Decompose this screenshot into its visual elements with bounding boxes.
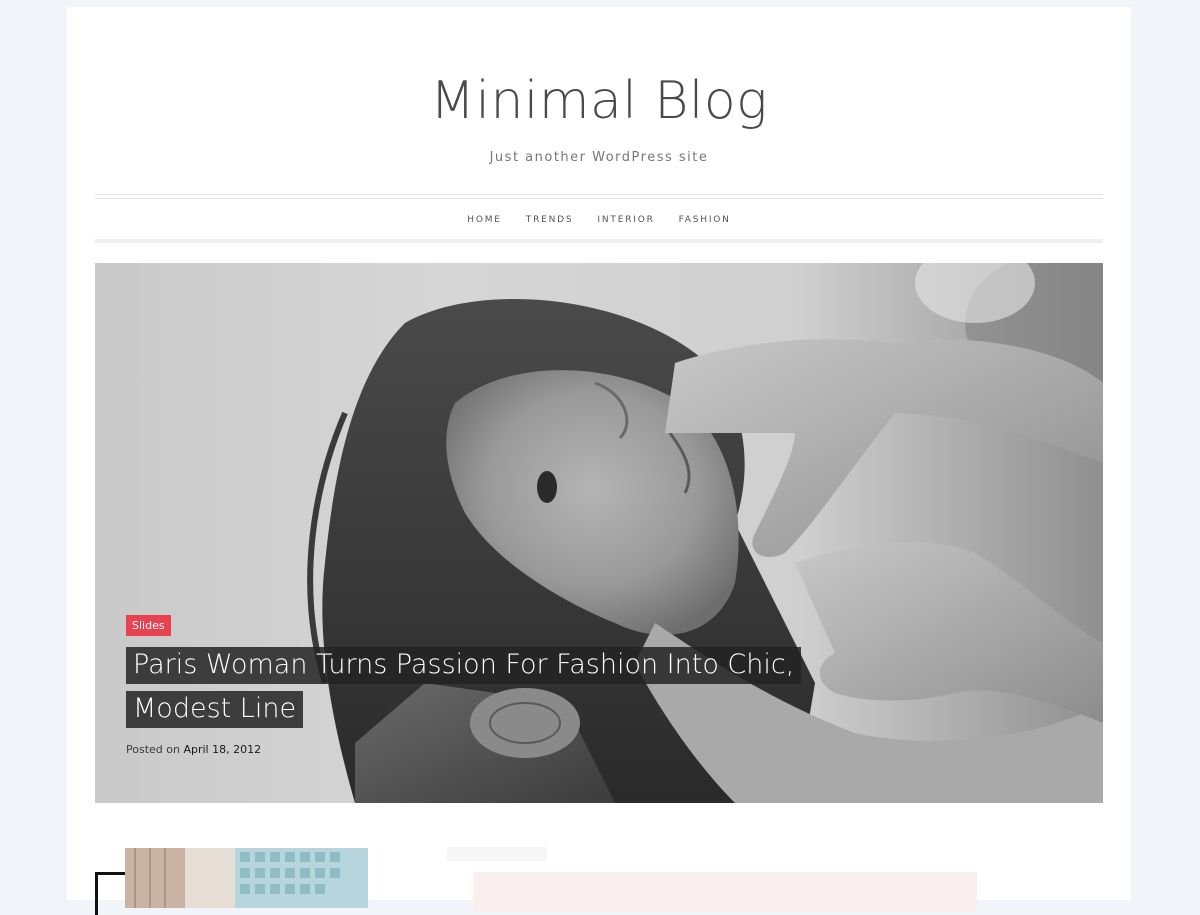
nav-link-trends[interactable]: TRENDS: [526, 215, 574, 225]
post-thumbnail-pink[interactable]: [473, 872, 977, 912]
featured-post-title[interactable]: Paris Woman Turns Passion For Fashion In…: [126, 643, 826, 730]
nav-item-fashion: FASHION: [679, 209, 731, 227]
nav-divider-bottom: [95, 239, 1103, 243]
post-thumbnail-building[interactable]: [125, 848, 368, 908]
site-title[interactable]: Minimal Blog: [67, 69, 1131, 133]
nav-link-fashion[interactable]: FASHION: [679, 215, 731, 225]
nav-link-interior[interactable]: INTERIOR: [597, 215, 654, 225]
post-thumbnail-frame: [95, 872, 128, 915]
page-container: Minimal Blog Just another WordPress site…: [67, 7, 1131, 915]
post-meta-placeholder: [447, 847, 547, 861]
nav-item-interior: INTERIOR: [597, 209, 654, 227]
category-badge[interactable]: Slides: [126, 615, 171, 636]
nav-link-home[interactable]: HOME: [467, 215, 502, 225]
posted-on-label: Posted on: [126, 743, 180, 756]
nav-item-home: HOME: [467, 209, 502, 227]
featured-post-title-text[interactable]: Paris Woman Turns Passion For Fashion In…: [126, 647, 802, 728]
post-date-link[interactable]: April 18, 2012: [183, 743, 261, 756]
nav-item-trends: TRENDS: [526, 209, 574, 227]
site-tagline: Just another WordPress site: [489, 150, 709, 165]
main-navigation: HOME TRENDS INTERIOR FASHION: [95, 198, 1103, 238]
post-meta: Posted on April 18, 2012: [126, 743, 261, 756]
featured-post-slide[interactable]: Slides Paris Woman Turns Passion For Fas…: [95, 263, 1103, 803]
